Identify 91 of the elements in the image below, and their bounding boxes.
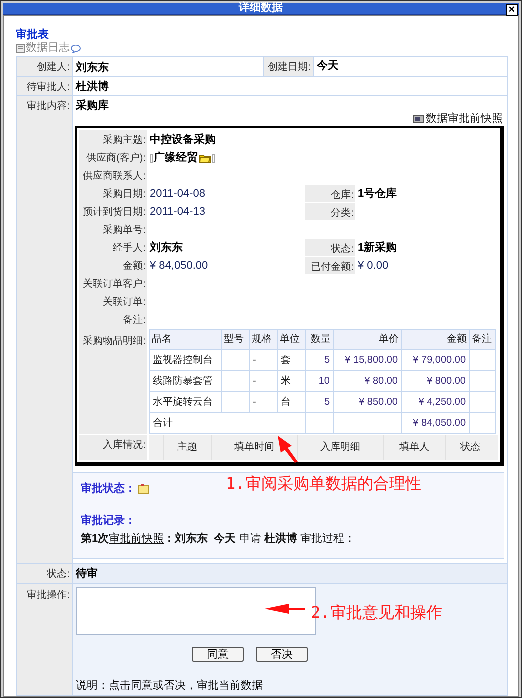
approval-record: 第1次审批前快照：刘东东 今天 申请 杜洪博 审批过程：: [81, 532, 356, 547]
field-value: 杜洪博: [74, 80, 110, 95]
table-cell: ¥ 15,800.00: [334, 350, 402, 370]
field-value: ¥ 0.00: [358, 259, 389, 274]
bracket-icon: [212, 154, 215, 163]
field-label: 已付金额:: [305, 256, 355, 274]
field-label: 待审批人:: [17, 77, 73, 95]
field-label: 采购物品明细:: [79, 328, 147, 434]
field-label: 预计到货日期:: [79, 202, 147, 220]
arrow-icon: [277, 435, 299, 464]
annotation-text: 2.审批意见和操作: [311, 602, 442, 624]
field-label: 备注:: [79, 310, 147, 328]
folder-icon: [199, 154, 211, 163]
log-icon: [16, 44, 25, 53]
table-cell: 套: [278, 350, 306, 370]
table-cell: 10: [306, 370, 334, 392]
field-label: 分类:: [305, 202, 355, 220]
approval-records-label: 审批记录：: [81, 514, 136, 528]
field-value: ¥ 84,050.00: [150, 259, 208, 274]
field-label: 供应商联系人:: [79, 166, 147, 184]
field-value: 1号仓库: [358, 186, 398, 202]
action-button[interactable]: 否决: [256, 647, 308, 662]
column-header: 备注: [470, 330, 496, 350]
table-cell: ¥ 4,250.00: [402, 392, 470, 412]
column-header: 品名: [150, 330, 222, 350]
table-cell: ¥ 850.00: [334, 392, 402, 412]
table-cell: 5: [306, 350, 334, 370]
field-label: 关联订单:: [79, 292, 147, 310]
table-cell: 合计: [150, 412, 306, 434]
field-label: 创建人:: [17, 57, 73, 76]
action-button[interactable]: 同意: [192, 647, 244, 662]
snapshot-link[interactable]: 审批前快照: [109, 533, 164, 545]
field-label: 仓库:: [305, 184, 355, 202]
column-header: 填单人: [383, 435, 445, 460]
table-cell: -: [250, 370, 278, 392]
field-value: 采购库: [75, 98, 109, 112]
field-value: 2011-04-13: [150, 205, 206, 220]
column-header: 型号: [222, 330, 250, 350]
column-header: 单位: [278, 330, 306, 350]
help-note: 说明：点击同意或否决，审批当前数据: [76, 678, 263, 694]
table-cell: 米: [278, 370, 306, 392]
field-label: 采购主题:: [79, 130, 147, 148]
table-cell: 水平旋转云台: [150, 392, 222, 412]
column-header: 规格: [250, 330, 278, 350]
column-header: 金额: [402, 330, 470, 350]
field-value: 今天: [316, 59, 340, 74]
field-label: 审批操作:: [17, 584, 73, 694]
help-bubble-icon: [71, 44, 81, 52]
table-cell: ¥ 80.00: [334, 370, 402, 392]
field-label: 状态:: [17, 564, 73, 583]
field-value: 中控设备采购: [150, 132, 216, 148]
table-cell: 监视器控制台: [150, 350, 222, 370]
close-button[interactable]: ×: [506, 4, 518, 16]
table-cell: ¥ 84,050.00: [402, 412, 470, 434]
annotation-text: 1.审阅采购单数据的合理性: [226, 473, 422, 495]
field-value: 2011-04-08: [150, 187, 206, 202]
table-cell: -: [250, 392, 278, 412]
field-label: 供应商(客户):: [79, 148, 147, 166]
column-header: 状态: [445, 435, 495, 460]
note-icon: [138, 484, 149, 494]
column-header: 单价: [334, 330, 402, 350]
column-header: 数量: [306, 330, 334, 350]
arrow-icon: [265, 604, 305, 614]
snapshot-icon: [413, 115, 424, 123]
field-label: 创建日期:: [264, 57, 314, 76]
field-label: 入库情况:: [79, 435, 147, 460]
field-value: 1新采购: [358, 240, 398, 256]
approval-status-label: 审批状态：: [81, 482, 136, 497]
table-cell: 台: [278, 392, 306, 412]
field-value: 待审: [74, 566, 99, 582]
field-label: 金额:: [79, 256, 147, 274]
data-log-link[interactable]: 数据日志: [26, 42, 70, 55]
field-label: 审批内容:: [17, 96, 73, 563]
field-label: 采购单号:: [79, 220, 147, 238]
table-cell: -: [250, 350, 278, 370]
table-cell: ¥ 800.00: [402, 370, 470, 392]
field-value: 刘东东: [150, 240, 183, 256]
window-title: 详细数据: [239, 3, 283, 14]
field-label: 状态:: [305, 238, 355, 256]
column-header: 入库明细: [297, 435, 383, 460]
table-cell: 5: [306, 392, 334, 412]
table-cell: ¥ 79,000.00: [402, 350, 470, 370]
table-cell: 线路防暴套管: [150, 370, 222, 392]
form-title: 审批表: [16, 28, 50, 42]
field-label: 经手人:: [79, 238, 147, 256]
column-header: 主题: [163, 435, 211, 460]
bracket-icon: [150, 154, 153, 163]
supplier-link[interactable]: 广缘经贸: [154, 150, 198, 166]
field-label: 关联订单客户:: [79, 274, 147, 292]
field-label: 采购日期:: [79, 184, 147, 202]
snapshot-link[interactable]: 数据审批前快照: [426, 110, 503, 128]
